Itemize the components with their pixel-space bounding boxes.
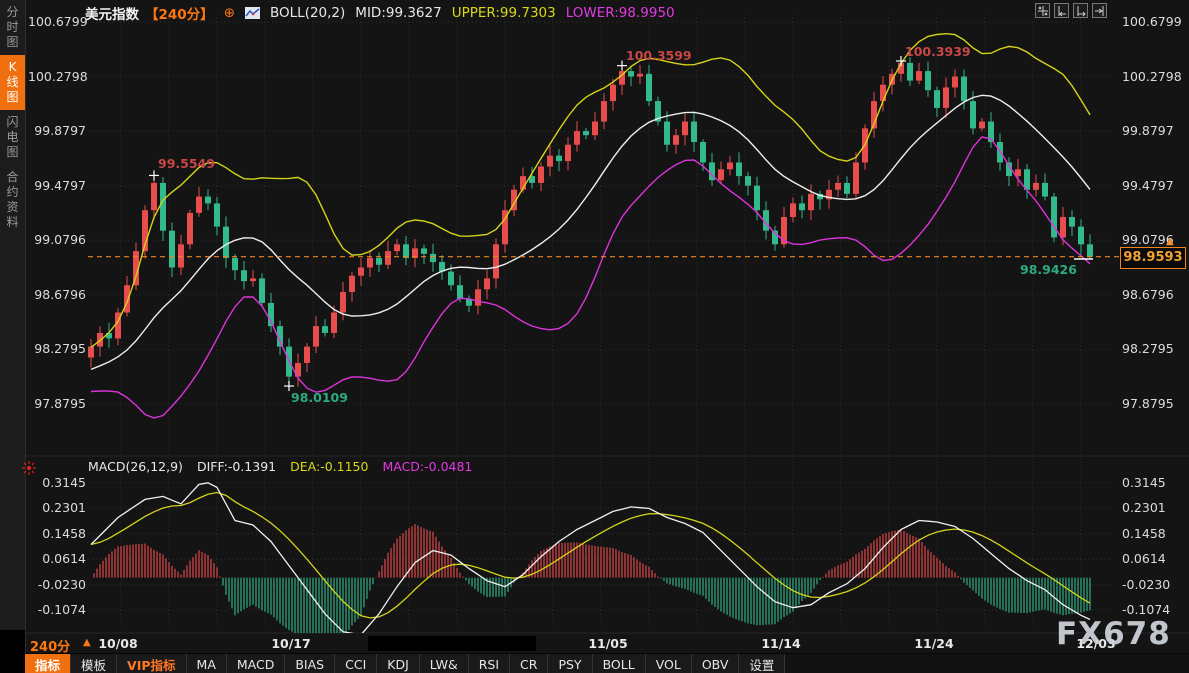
date-label: 11/24 (914, 636, 953, 651)
toolbar-filler (785, 654, 1189, 673)
boll-lower-value: LOWER:98.9950 (566, 5, 675, 21)
add-circle-icon[interactable]: ⊕ (224, 5, 235, 21)
chart-canvas[interactable] (0, 0, 1189, 673)
main-y-label-left: 99.8797 (28, 123, 86, 138)
macd-macd-value: MACD:-0.0481 (382, 459, 472, 474)
toolbar-item-PSY[interactable]: PSY (548, 654, 592, 673)
macd-header: MACD(26,12,9) DIFF:-0.1391 DEA:-0.1150 M… (88, 459, 472, 474)
toolbar-item-模板[interactable]: 模板 (71, 654, 117, 673)
price-up-arrow-icon: ▲ (1166, 236, 1174, 247)
main-y-label-right: 98.2795 (1122, 341, 1186, 356)
main-y-label-right: 99.0796 (1122, 232, 1186, 247)
crosshair-icon[interactable] (1035, 3, 1050, 18)
sidebar-tab-闪电图[interactable]: 闪电图 (0, 110, 25, 165)
macd-y-label-right: 0.1458 (1122, 526, 1186, 541)
macd-y-label-right: 0.3145 (1122, 475, 1186, 490)
date-label: 10/17 (271, 636, 310, 651)
toolbar-item-设置[interactable]: 设置 (739, 654, 785, 673)
macd-y-label-right: 0.2301 (1122, 500, 1186, 515)
toolbar-item-VIP指标[interactable]: VIP指标 (117, 654, 187, 673)
toolbar-item-BOLL[interactable]: BOLL (593, 654, 646, 673)
fit-axis-right-icon[interactable] (1073, 3, 1088, 18)
fit-axis-left-icon[interactable] (1054, 3, 1069, 18)
sidebar-tab-K线图[interactable]: K线图 (0, 55, 25, 110)
chart-window: 分时图K线图闪电图合约资料 美元指数 【240分】 ⊕ BOLL(20,2) M… (0, 0, 1189, 673)
main-y-label-left: 99.4797 (28, 178, 86, 193)
toolbar-item-CCI[interactable]: CCI (335, 654, 377, 673)
macd-panel-settings-icon[interactable] (22, 460, 36, 474)
toolbar-item-MA[interactable]: MA (187, 654, 227, 673)
date-label: 10/08 (98, 636, 137, 651)
date-label: 11/14 (761, 636, 800, 651)
main-y-label-left: 99.0796 (28, 232, 86, 247)
price-annotation: 99.5549 (158, 156, 215, 171)
period-tag: 【240分】 (145, 3, 214, 23)
macd-y-label-right: -0.0230 (1122, 577, 1186, 592)
indicator-name: BOLL(20,2) (270, 5, 345, 21)
main-y-label-right: 100.6799 (1122, 14, 1186, 29)
macd-dea-value: DEA:-0.1150 (290, 459, 368, 474)
macd-y-label-left: 0.0614 (28, 551, 86, 566)
boll-upper-value: UPPER:99.7303 (452, 5, 556, 21)
period-expand-arrow-icon[interactable]: ▲ (83, 637, 91, 648)
main-y-label-right: 97.8795 (1122, 396, 1186, 411)
main-y-label-left: 98.6796 (28, 287, 86, 302)
main-y-label-left: 98.2795 (28, 341, 86, 356)
main-y-label-right: 99.4797 (1122, 178, 1186, 193)
macd-y-label-left: 0.1458 (28, 526, 86, 541)
sidebar-tab-合约资料[interactable]: 合约资料 (0, 165, 25, 235)
main-y-label-left: 100.2798 (28, 69, 86, 84)
price-annotation: 100.3939 (905, 44, 971, 59)
main-y-label-right: 100.2798 (1122, 69, 1186, 84)
toolbar-item-LW&[interactable]: LW& (420, 654, 469, 673)
watermark: FX678 (1056, 616, 1171, 652)
window-control-icons (1035, 3, 1107, 18)
macd-y-label-left: -0.0230 (28, 577, 86, 592)
toolbar-item-RSI[interactable]: RSI (469, 654, 510, 673)
macd-diff-value: DIFF:-0.1391 (197, 459, 276, 474)
kline-mini-icon (245, 7, 260, 19)
left-sidebar: 分时图K线图闪电图合约资料 (0, 0, 26, 673)
price-annotation: 98.9426 (1020, 262, 1077, 277)
toolbar-item-VOL[interactable]: VOL (646, 654, 692, 673)
sidebar-tab-分时图[interactable]: 分时图 (0, 0, 25, 55)
boll-mid-value: MID:99.3627 (355, 5, 441, 21)
bottom-indicator-toolbar: 指标模板VIP指标MAMACDBIASCCIKDJLW&RSICRPSYBOLL… (25, 653, 1189, 673)
main-y-label-left: 100.6799 (28, 14, 86, 29)
macd-indicator-name: MACD(26,12,9) (88, 459, 183, 474)
date-label: 11/05 (588, 636, 627, 651)
macd-y-label-left: 0.2301 (28, 500, 86, 515)
symbol-name: 美元指数 (85, 3, 139, 23)
time-axis-row: 240分 ▲ 10/0810/1711/0511/1411/2412/03 (25, 633, 1189, 653)
toolbar-item-OBV[interactable]: OBV (692, 654, 740, 673)
price-annotation: 98.0109 (291, 390, 348, 405)
last-price-box: 98.9593 (1120, 247, 1186, 269)
toolbar-item-BIAS[interactable]: BIAS (285, 654, 335, 673)
shift-right-icon[interactable] (1092, 3, 1107, 18)
chart-info-bar: 美元指数 【240分】 ⊕ BOLL(20,2) MID:99.3627 UPP… (85, 4, 675, 22)
macd-y-label-left: 0.3145 (28, 475, 86, 490)
toolbar-item-指标[interactable]: 指标 (25, 654, 71, 673)
toolbar-item-CR[interactable]: CR (510, 654, 548, 673)
macd-y-label-left: -0.1074 (28, 602, 86, 617)
main-y-label-right: 98.6796 (1122, 287, 1186, 302)
toolbar-item-MACD[interactable]: MACD (227, 654, 285, 673)
sidebar-bottom-corner (0, 630, 25, 673)
toolbar-item-KDJ[interactable]: KDJ (377, 654, 420, 673)
main-y-label-left: 97.8795 (28, 396, 86, 411)
price-annotation: 100.3599 (626, 48, 692, 63)
xaxis-black-box (368, 636, 536, 651)
macd-y-label-right: 0.0614 (1122, 551, 1186, 566)
main-y-label-right: 99.8797 (1122, 123, 1186, 138)
macd-y-label-right: -0.1074 (1122, 602, 1186, 617)
